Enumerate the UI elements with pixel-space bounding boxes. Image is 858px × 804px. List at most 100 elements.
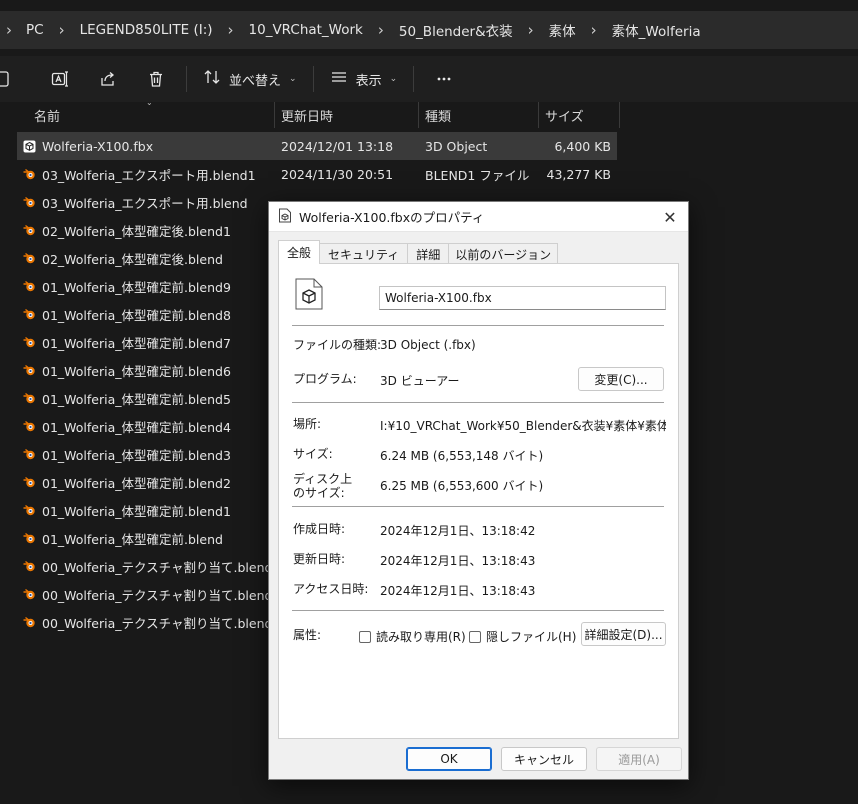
modified-label: 更新日時: <box>293 552 346 566</box>
file-date: 2024/12/01 13:18 <box>281 138 394 154</box>
file-name-cell: 01_Wolferia_体型確定前.blend <box>17 529 275 548</box>
advanced-button[interactable]: 詳細設定(D)... <box>581 622 666 646</box>
created-value: 2024年12月1日、13:18:42 <box>380 524 536 538</box>
general-tab-panel: Wolferia-X100.fbx ファイルの種類: 3D Object (.f… <box>278 263 679 739</box>
readonly-label: 読み取り専用(R) <box>376 630 466 644</box>
blender-icon <box>23 168 36 181</box>
breadcrumb-item[interactable]: LEGEND850LITE (I:) <box>80 22 213 38</box>
dialog-title: Wolferia-X100.fbxのプロパティ <box>299 210 485 225</box>
location-value: I:¥10_VRChat_Work¥50_Blender&衣装¥素体¥素体_Wo… <box>380 419 666 433</box>
file-name-cell: 00_Wolferia_テクスチャ割り当て.blend1 <box>17 585 275 604</box>
toolbar-divider <box>413 66 415 92</box>
dialog-title-bar: Wolferia-X100.fbxのプロパティ <box>269 202 688 232</box>
modified-value: 2024年12月1日、13:18:43 <box>380 554 536 568</box>
share-icon[interactable] <box>84 63 132 95</box>
file-name: Wolferia-X100.fbx <box>42 138 154 154</box>
file-name: 01_Wolferia_体型確定前.blend6 <box>42 363 231 379</box>
blender-icon <box>23 532 36 545</box>
breadcrumb-item[interactable]: 素体 <box>549 20 576 40</box>
breadcrumb-item[interactable]: 50_Blender&衣装 <box>399 20 513 40</box>
file-name: 01_Wolferia_体型確定前.blend1 <box>42 503 231 519</box>
apply-button[interactable]: 適用(A) <box>596 747 682 771</box>
file-name: 02_Wolferia_体型確定後.blend1 <box>42 223 231 239</box>
size-label: サイズ: <box>293 447 333 461</box>
file-date: 2024/11/30 20:51 <box>281 166 394 182</box>
file-type-label: ファイルの種類: <box>293 338 382 352</box>
file-name-cell: 01_Wolferia_体型確定前.blend4 <box>17 417 275 436</box>
tab-general[interactable]: 全般 <box>278 240 321 264</box>
cancel-button[interactable]: キャンセル <box>501 747 587 771</box>
readonly-checkbox[interactable]: 読み取り専用(R) <box>359 628 466 645</box>
chevron-right-icon[interactable]: › <box>6 21 12 39</box>
file-name-cell: 00_Wolferia_テクスチャ割り当て.blend2 <box>17 557 275 576</box>
tab-previous-versions[interactable]: 以前のバージョン <box>448 243 559 264</box>
blender-icon <box>23 560 36 573</box>
size-value: 6.24 MB (6,553,148 バイト) <box>380 449 544 463</box>
chevron-right-icon[interactable]: › <box>59 21 65 39</box>
blender-icon <box>23 392 36 405</box>
file-name: 02_Wolferia_体型確定後.blend <box>42 251 223 267</box>
hidden-label: 隠しファイル(H) <box>486 630 577 644</box>
file-row[interactable]: 03_Wolferia_エクスポート用.blend1 2024/11/30 20:… <box>17 160 617 188</box>
file-name-cell: 03_Wolferia_エクスポート用.blend <box>17 193 275 212</box>
blender-icon <box>23 336 36 349</box>
file-name-cell: 02_Wolferia_体型確定後.blend1 <box>17 221 275 240</box>
sort-button[interactable]: 並べ替え ⌄ <box>193 63 307 95</box>
ok-button[interactable]: OK <box>406 747 492 771</box>
3d-object-icon <box>23 140 36 153</box>
breadcrumb-item[interactable]: 素体_Wolferia <box>612 20 701 40</box>
file-name-cell: 01_Wolferia_体型確定前.blend1 <box>17 501 275 520</box>
column-header-name[interactable]: ⌄ 名前 <box>0 98 275 128</box>
file-name: 01_Wolferia_体型確定前.blend7 <box>42 335 231 351</box>
view-icon <box>330 68 348 90</box>
column-header-size[interactable]: サイズ <box>539 102 620 128</box>
view-label: 表示 <box>355 73 382 89</box>
file-name: 01_Wolferia_体型確定前.blend4 <box>42 419 231 435</box>
blender-icon <box>23 280 36 293</box>
rename-icon[interactable] <box>36 63 84 95</box>
separator <box>292 610 664 611</box>
sort-icon <box>203 68 221 90</box>
file-name: 00_Wolferia_テクスチャ割り当て.blend <box>42 615 273 631</box>
change-program-button[interactable]: 変更(C)... <box>578 367 664 391</box>
file-name-cell: 01_Wolferia_体型確定前.blend7 <box>17 333 275 352</box>
chevron-right-icon[interactable]: › <box>228 21 234 39</box>
file-row[interactable]: Wolferia-X100.fbx 2024/12/01 13:18 3D Obje… <box>17 132 617 160</box>
accessed-value: 2024年12月1日、13:18:43 <box>380 584 536 598</box>
created-label: 作成日時: <box>293 522 346 536</box>
chevron-down-icon: ⌄ <box>289 74 297 84</box>
file-name-cell: 01_Wolferia_体型確定前.blend9 <box>17 277 275 296</box>
address-breadcrumb: › PC › LEGEND850LITE (I:) › 10_VRChat_Wo… <box>0 11 858 49</box>
breadcrumb-item[interactable]: 10_VRChat_Work <box>249 22 363 38</box>
cut-icon[interactable] <box>0 63 14 95</box>
file-name: 03_Wolferia_エクスポート用.blend1 <box>42 167 256 183</box>
filename-field[interactable]: Wolferia-X100.fbx <box>379 286 666 310</box>
properties-dialog: Wolferia-X100.fbxのプロパティ ✕ 全般 セキュリティ 詳細 以… <box>268 201 689 780</box>
delete-icon[interactable] <box>132 63 180 95</box>
program-value: 3D ビューアー <box>380 374 460 388</box>
close-icon[interactable]: ✕ <box>660 207 680 227</box>
sort-indicator-icon: ⌄ <box>146 98 153 107</box>
toolbar-divider <box>312 66 314 92</box>
chevron-right-icon[interactable]: › <box>378 21 384 39</box>
sort-label: 並べ替え <box>229 73 282 89</box>
file-properties-icon <box>278 208 292 226</box>
hidden-checkbox[interactable]: 隠しファイル(H) <box>469 628 576 645</box>
column-header-type[interactable]: 種類 <box>419 102 539 128</box>
checkbox-box[interactable] <box>469 630 481 643</box>
file-name: 00_Wolferia_テクスチャ割り当て.blend2 <box>42 559 275 575</box>
blender-icon <box>23 364 36 377</box>
checkbox-box[interactable] <box>359 630 371 643</box>
blender-icon <box>23 448 36 461</box>
column-header-date[interactable]: 更新日時 <box>275 102 419 128</box>
breadcrumb-item[interactable]: PC <box>26 22 44 38</box>
view-button[interactable]: 表示 ⌄ <box>320 63 408 95</box>
attributes-label: 属性: <box>293 628 322 642</box>
tab-security[interactable]: セキュリティ <box>319 243 409 264</box>
chevron-right-icon[interactable]: › <box>528 21 534 39</box>
file-name-cell: 01_Wolferia_体型確定前.blend5 <box>17 389 275 408</box>
chevron-right-icon[interactable]: › <box>591 21 597 39</box>
tab-details[interactable]: 詳細 <box>407 243 450 264</box>
separator <box>292 402 664 403</box>
more-icon[interactable] <box>420 63 468 95</box>
